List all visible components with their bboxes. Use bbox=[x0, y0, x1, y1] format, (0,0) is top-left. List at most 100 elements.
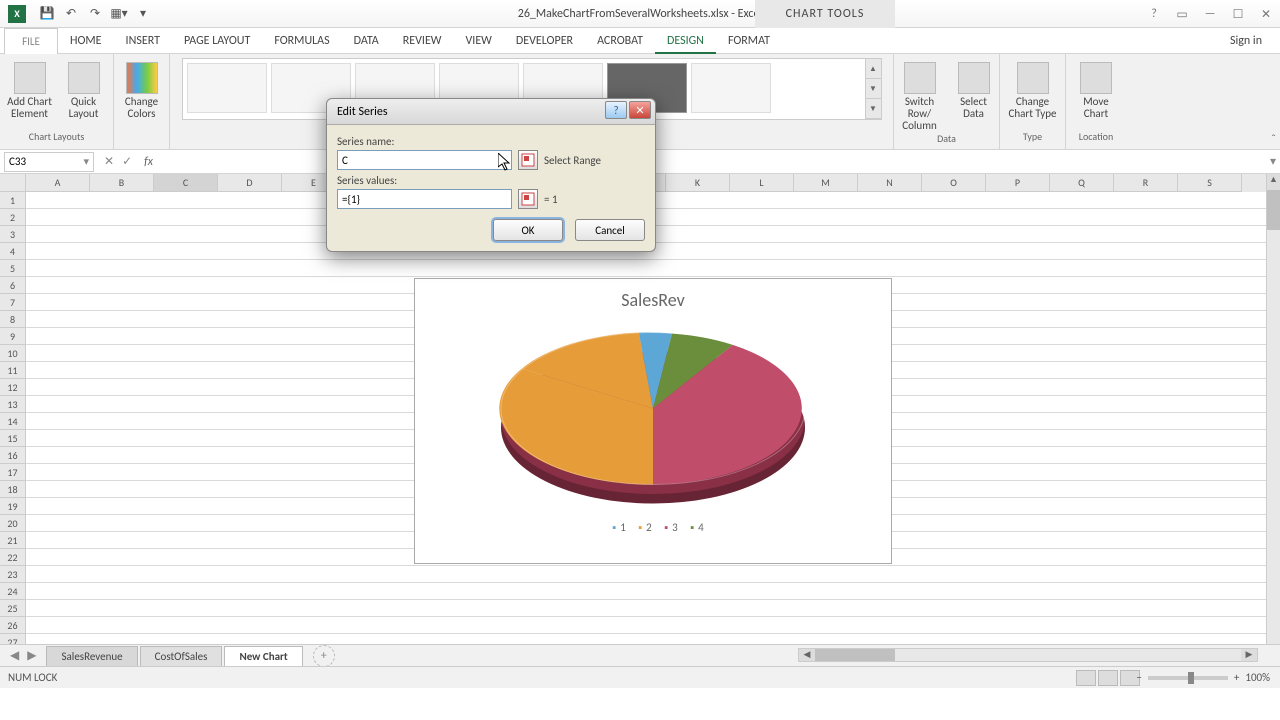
change-colors-button[interactable]: Change Colors bbox=[117, 62, 167, 120]
scroll-up-icon[interactable]: ▲ bbox=[1267, 174, 1280, 190]
fx-label[interactable]: fx bbox=[144, 155, 153, 169]
hscroll-thumb[interactable] bbox=[815, 649, 895, 661]
switch-row-column-button[interactable]: Switch Row/ Column bbox=[895, 62, 945, 132]
zoom-in-icon[interactable]: + bbox=[1234, 671, 1239, 684]
quick-layout-button[interactable]: Quick Layout bbox=[59, 62, 109, 120]
sheet-nav-prev-icon[interactable]: ▶ bbox=[27, 648, 36, 663]
column-header[interactable]: Q bbox=[1050, 174, 1114, 192]
dialog-titlebar[interactable]: Edit Series ? ✕ bbox=[327, 99, 655, 125]
row-header[interactable]: 13 bbox=[0, 396, 25, 413]
chart-title[interactable]: SalesRev bbox=[415, 279, 891, 311]
row-header[interactable]: 4 bbox=[0, 243, 25, 260]
qat-customize-icon[interactable]: ▾ bbox=[134, 5, 152, 23]
minimize-icon[interactable]: — bbox=[1196, 0, 1224, 28]
qat-undo-icon[interactable]: ↶ bbox=[62, 5, 80, 23]
tab-developer[interactable]: DEVELOPER bbox=[504, 28, 585, 54]
tab-view[interactable]: VIEW bbox=[453, 28, 503, 54]
vertical-scrollbar[interactable]: ▲ bbox=[1266, 174, 1280, 644]
tab-review[interactable]: REVIEW bbox=[391, 28, 454, 54]
name-box-dropdown-icon[interactable]: ▾ bbox=[83, 155, 89, 168]
column-header[interactable]: O bbox=[922, 174, 986, 192]
gallery-more-icon[interactable]: ▼ bbox=[866, 99, 881, 119]
row-header[interactable]: 1 bbox=[0, 192, 25, 209]
style-thumb[interactable] bbox=[691, 63, 771, 113]
sheet-tab-salesrevenue[interactable]: SalesRevenue bbox=[46, 646, 137, 666]
hscroll-left-icon[interactable]: ◀ bbox=[799, 649, 815, 661]
maximize-icon[interactable]: ☐ bbox=[1224, 0, 1252, 28]
cancel-formula-icon[interactable]: ✕ bbox=[104, 154, 114, 169]
row-header[interactable]: 24 bbox=[0, 583, 25, 600]
tab-data[interactable]: DATA bbox=[342, 28, 391, 54]
close-icon[interactable]: ✕ bbox=[1252, 0, 1280, 28]
sheet-tab-newchart[interactable]: New Chart bbox=[224, 646, 302, 666]
file-tab[interactable]: FILE bbox=[4, 28, 58, 54]
column-header[interactable]: R bbox=[1114, 174, 1178, 192]
column-header[interactable]: L bbox=[730, 174, 794, 192]
normal-view-button[interactable] bbox=[1076, 670, 1096, 686]
select-data-button[interactable]: Select Data bbox=[949, 62, 999, 132]
column-header[interactable]: M bbox=[794, 174, 858, 192]
row-header[interactable]: 5 bbox=[0, 260, 25, 277]
name-box[interactable]: C33 ▾ bbox=[4, 152, 94, 172]
page-layout-view-button[interactable] bbox=[1098, 670, 1118, 686]
tab-design[interactable]: DESIGN bbox=[655, 28, 716, 54]
gallery-down-icon[interactable]: ▼ bbox=[866, 79, 881, 99]
style-thumb[interactable] bbox=[187, 63, 267, 113]
qat-redo-icon[interactable]: ↷ bbox=[86, 5, 104, 23]
pie-chart[interactable] bbox=[493, 323, 813, 513]
row-header[interactable]: 16 bbox=[0, 447, 25, 464]
column-header[interactable]: P bbox=[986, 174, 1050, 192]
dialog-help-button[interactable]: ? bbox=[605, 101, 627, 119]
ok-button[interactable]: OK bbox=[493, 219, 563, 241]
zoom-slider[interactable] bbox=[1148, 676, 1228, 680]
add-chart-element-button[interactable]: Add Chart Element bbox=[5, 62, 55, 120]
series-values-input[interactable] bbox=[337, 189, 512, 209]
ribbon-display-icon[interactable]: ▭ bbox=[1168, 0, 1196, 28]
expand-formula-bar-icon[interactable]: ▾ bbox=[1270, 154, 1276, 169]
series-name-range-button[interactable] bbox=[518, 150, 538, 170]
row-header[interactable]: 11 bbox=[0, 362, 25, 379]
change-chart-type-button[interactable]: Change Chart Type bbox=[1008, 62, 1058, 120]
select-all[interactable] bbox=[0, 174, 25, 192]
row-header[interactable]: 14 bbox=[0, 413, 25, 430]
qat-touch-icon[interactable]: ▦▾ bbox=[110, 5, 128, 23]
dialog-close-button[interactable]: ✕ bbox=[629, 101, 651, 119]
tab-format[interactable]: FORMAT bbox=[716, 28, 782, 54]
series-values-range-button[interactable] bbox=[518, 189, 538, 209]
chart-object[interactable]: SalesRev bbox=[414, 278, 892, 564]
row-header[interactable]: 9 bbox=[0, 328, 25, 345]
column-header[interactable]: D bbox=[218, 174, 282, 192]
cancel-button[interactable]: Cancel bbox=[575, 219, 645, 241]
zoom-level[interactable]: 100% bbox=[1245, 671, 1270, 684]
row-header[interactable]: 8 bbox=[0, 311, 25, 328]
zoom-out-icon[interactable]: − bbox=[1136, 671, 1141, 684]
horizontal-scrollbar[interactable]: ◀ ▶ bbox=[798, 648, 1258, 662]
row-header[interactable]: 3 bbox=[0, 226, 25, 243]
row-header[interactable]: 15 bbox=[0, 430, 25, 447]
row-header[interactable]: 17 bbox=[0, 464, 25, 481]
row-header[interactable]: 27 bbox=[0, 634, 25, 644]
column-header[interactable]: B bbox=[90, 174, 154, 192]
scroll-thumb[interactable] bbox=[1267, 190, 1280, 230]
row-header[interactable]: 25 bbox=[0, 600, 25, 617]
row-header[interactable]: 22 bbox=[0, 549, 25, 566]
collapse-ribbon-icon[interactable]: ˆ bbox=[1271, 133, 1276, 147]
column-header[interactable]: S bbox=[1178, 174, 1242, 192]
hscroll-right-icon[interactable]: ▶ bbox=[1241, 649, 1257, 661]
qat-save-icon[interactable]: 💾 bbox=[38, 5, 56, 23]
tab-acrobat[interactable]: ACROBAT bbox=[585, 28, 655, 54]
row-header[interactable]: 26 bbox=[0, 617, 25, 634]
move-chart-button[interactable]: Move Chart bbox=[1071, 62, 1121, 120]
tab-home[interactable]: HOME bbox=[58, 28, 114, 54]
sheet-nav-first-icon[interactable]: ◀ bbox=[10, 648, 19, 663]
row-header[interactable]: 20 bbox=[0, 515, 25, 532]
row-header[interactable]: 2 bbox=[0, 209, 25, 226]
series-name-input[interactable] bbox=[337, 150, 512, 170]
tab-insert[interactable]: INSERT bbox=[114, 28, 172, 54]
help-icon[interactable]: ? bbox=[1140, 0, 1168, 28]
column-header[interactable]: C bbox=[154, 174, 218, 192]
row-header[interactable]: 21 bbox=[0, 532, 25, 549]
row-header[interactable]: 7 bbox=[0, 294, 25, 311]
tab-page-layout[interactable]: PAGE LAYOUT bbox=[172, 28, 262, 54]
column-header[interactable]: A bbox=[26, 174, 90, 192]
